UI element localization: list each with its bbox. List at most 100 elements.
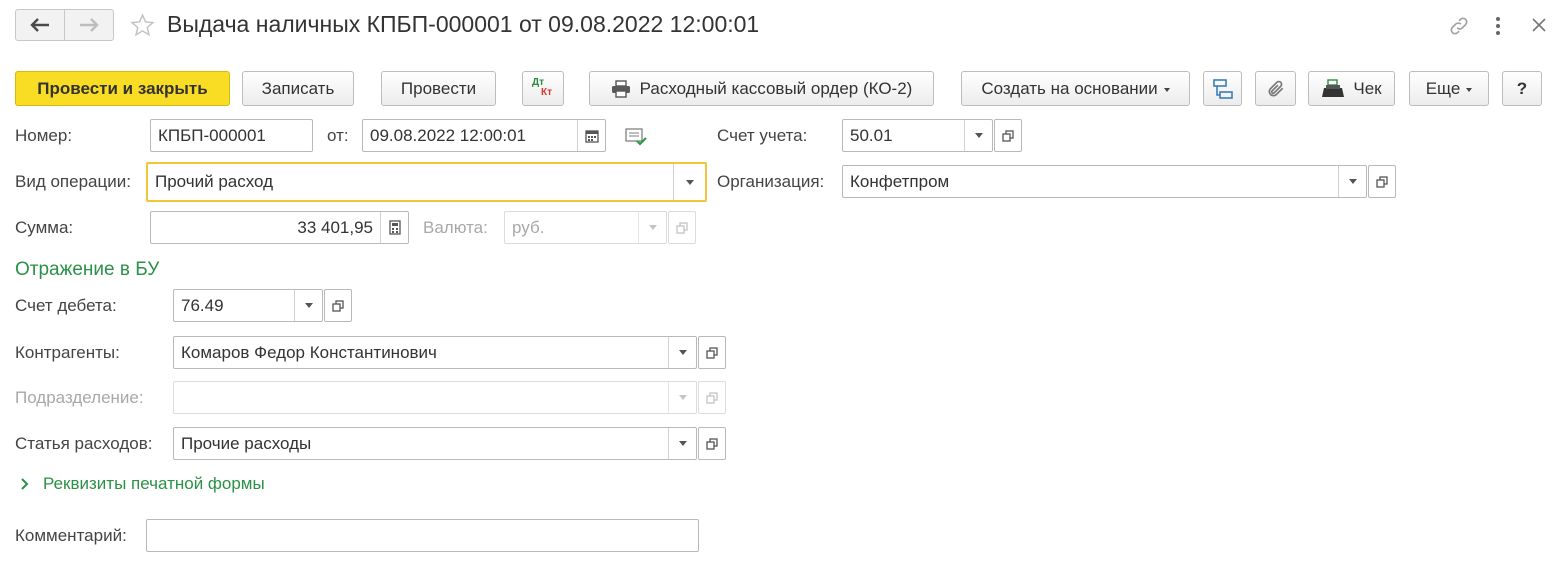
expense-item-value: Прочие расходы (181, 433, 312, 453)
contractors-field[interactable]: Комаров Федор Константинович (173, 336, 697, 369)
document-status-icon[interactable] (625, 128, 647, 146)
division-field (173, 381, 697, 414)
dt-kt-button[interactable]: Дт Кт (522, 71, 564, 106)
open-icon (706, 346, 718, 359)
operation-value: Прочий расход (155, 172, 274, 191)
chevron-down-icon (304, 303, 313, 308)
debit-account-value: 76.49 (181, 295, 224, 315)
debit-account-field[interactable]: 76.49 (173, 289, 323, 322)
operation-label: Вид операции: (15, 172, 131, 191)
open-icon (1002, 129, 1014, 142)
currency-dropdown-button (638, 212, 666, 243)
post-label: Провести (400, 78, 477, 98)
print-requisites-link: Реквизиты печатной формы (43, 474, 265, 493)
write-button[interactable]: Записать (242, 71, 354, 106)
debit-account-open-button[interactable] (324, 289, 352, 322)
contractors-open-button[interactable] (698, 336, 726, 369)
account-dropdown-button[interactable] (964, 120, 992, 151)
calculator-icon (388, 220, 401, 235)
print-ko2-button[interactable]: Расходный кассовый ордер (КО-2) (589, 71, 934, 106)
open-icon (1376, 175, 1388, 188)
create-based-on-label: Создать на основании (981, 78, 1158, 98)
division-label: Подразделение: (15, 388, 144, 407)
organization-open-button[interactable] (1368, 165, 1396, 198)
page-title: Выдача наличных КПБП-000001 от 09.08.202… (167, 11, 760, 37)
chevron-down-icon (974, 133, 983, 138)
division-open-button (698, 381, 726, 414)
close-icon[interactable] (1531, 17, 1547, 33)
more-button[interactable]: Еще (1409, 71, 1489, 106)
account-open-button[interactable] (994, 119, 1022, 152)
chevron-down-icon (648, 225, 657, 230)
calendar-icon (584, 129, 599, 143)
link-icon[interactable] (1448, 15, 1470, 37)
print-requisites-toggle[interactable]: Реквизиты печатной формы (20, 474, 265, 494)
debit-account-dropdown-button[interactable] (294, 290, 322, 321)
print-ko2-label: Расходный кассовый ордер (КО-2) (639, 78, 913, 98)
organization-dropdown-button[interactable] (1338, 166, 1366, 197)
forward-button[interactable] (64, 10, 113, 40)
sum-label: Сумма: (15, 218, 74, 237)
printer-icon (611, 79, 630, 98)
calendar-button[interactable] (577, 120, 605, 151)
comment-label: Комментарий: (15, 526, 127, 545)
post-and-close-label: Провести и закрыть (37, 78, 208, 98)
help-button[interactable]: ? (1502, 71, 1542, 106)
arrow-right-icon (80, 18, 99, 32)
date-value: 09.08.2022 12:00:01 (370, 125, 526, 145)
date-field[interactable]: 09.08.2022 12:00:01 (362, 119, 606, 152)
expense-item-open-button[interactable] (698, 427, 726, 460)
sum-field[interactable]: 33 401,95 (150, 211, 409, 244)
organization-value: Конфетпром (850, 171, 950, 191)
more-label: Еще (1425, 78, 1461, 98)
number-label: Номер: (15, 126, 73, 145)
check-label: Чек (1353, 78, 1382, 98)
expense-item-label: Статья расходов: (15, 434, 153, 453)
post-button[interactable]: Провести (381, 71, 496, 106)
star-favorite-icon[interactable] (130, 13, 155, 38)
currency-open-button (668, 211, 696, 244)
paperclip-icon (1268, 80, 1283, 96)
attach-file-button[interactable] (1255, 71, 1296, 106)
contractors-dropdown-button[interactable] (668, 337, 696, 368)
open-icon (706, 437, 718, 450)
operation-field[interactable]: Прочий расход (146, 162, 707, 202)
chevron-down-icon (1163, 88, 1170, 92)
chevron-down-icon (678, 441, 687, 446)
calculator-button[interactable] (380, 212, 408, 243)
open-icon (676, 221, 688, 234)
date-label: от: (327, 126, 349, 145)
account-label: Счет учета: (717, 126, 808, 145)
operation-dropdown-button[interactable] (673, 164, 705, 200)
account-field[interactable]: 50.01 (842, 119, 993, 152)
chevron-down-icon (1348, 179, 1357, 184)
currency-value: руб. (512, 217, 545, 237)
sum-value: 33 401,95 (297, 217, 373, 237)
contractors-value: Комаров Федор Константинович (181, 342, 437, 362)
check-button[interactable]: Чек (1308, 71, 1395, 106)
chevron-down-icon (685, 179, 694, 185)
chevron-down-icon (678, 350, 687, 355)
chevron-down-icon (678, 395, 687, 400)
number-value: КПБП-000001 (158, 125, 266, 145)
back-button[interactable] (16, 10, 64, 40)
expense-item-field[interactable]: Прочие расходы (173, 427, 697, 460)
number-field[interactable]: КПБП-000001 (150, 119, 313, 152)
create-based-on-button[interactable]: Создать на основании (961, 71, 1190, 106)
more-vertical-icon[interactable] (1494, 15, 1502, 37)
structure-button[interactable] (1203, 71, 1242, 106)
navigation-group (15, 9, 114, 41)
account-value: 50.01 (850, 125, 893, 145)
dt-kt-icon: Дт Кт (530, 77, 556, 101)
write-label: Записать (261, 78, 335, 98)
arrow-left-icon (30, 18, 49, 32)
comment-value (147, 520, 698, 551)
open-icon (332, 299, 344, 312)
organization-label: Организация: (717, 172, 825, 191)
organization-field[interactable]: Конфетпром (842, 165, 1367, 198)
kt-label: Кт (541, 86, 553, 98)
expense-item-dropdown-button[interactable] (668, 428, 696, 459)
post-and-close-button[interactable]: Провести и закрыть (15, 71, 230, 106)
comment-field[interactable] (146, 519, 699, 552)
open-icon (706, 391, 718, 404)
